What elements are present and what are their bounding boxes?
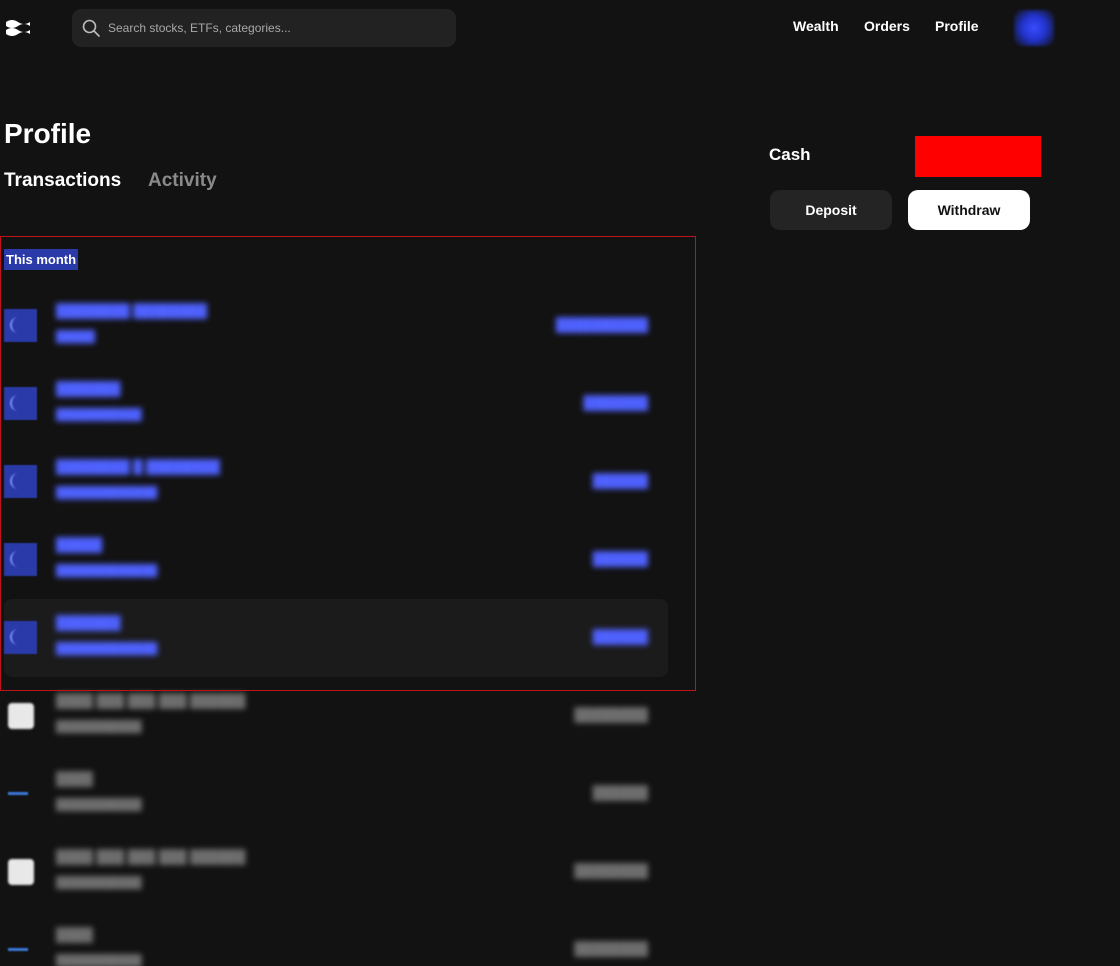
page-title: Profile bbox=[4, 118, 92, 149]
transaction-subtitle: ███████████ bbox=[56, 877, 142, 889]
transaction-amount: ██████ bbox=[592, 785, 648, 800]
blue-square-icon bbox=[4, 543, 37, 576]
transaction-row[interactable]: ███████ ███████████ ███████ bbox=[4, 365, 668, 443]
withdraw-button[interactable]: Withdraw bbox=[908, 190, 1030, 230]
tab-activity[interactable]: Activity bbox=[148, 170, 217, 192]
search-icon bbox=[82, 19, 100, 37]
etf-icon bbox=[8, 703, 34, 729]
transaction-row[interactable]: █████ █████████████ ██████ bbox=[4, 521, 668, 599]
transaction-row[interactable]: ████ ███ ███ ███ ██████ ███████████ ████… bbox=[4, 833, 668, 911]
transaction-title: ████ ███ ███ ███ ██████ bbox=[56, 849, 246, 864]
nav-orders[interactable]: Orders bbox=[864, 18, 910, 34]
transaction-amount: ████████ bbox=[574, 707, 648, 722]
transaction-title: ███████ bbox=[56, 615, 121, 630]
transaction-subtitle: ███████████ bbox=[56, 409, 142, 421]
nav-profile[interactable]: Profile bbox=[935, 18, 979, 34]
cash-label: Cash bbox=[769, 145, 811, 164]
transaction-amount: ██████ bbox=[592, 473, 648, 488]
nav-wealth[interactable]: Wealth bbox=[793, 18, 839, 34]
line-icon bbox=[4, 933, 37, 966]
transaction-amount: ██████ bbox=[592, 629, 648, 644]
transaction-subtitle: ███████████ bbox=[56, 721, 142, 733]
tab-transactions[interactable]: Transactions bbox=[4, 170, 121, 192]
transaction-subtitle: ███████████ bbox=[56, 799, 142, 811]
search-input[interactable] bbox=[108, 21, 456, 35]
transaction-amount: ███████ bbox=[583, 395, 648, 410]
transaction-title: ████████ █ ████████ bbox=[56, 459, 220, 474]
transaction-subtitle: █████████████ bbox=[56, 487, 158, 499]
transaction-amount: ██████ bbox=[592, 551, 648, 566]
transaction-title: ███████ bbox=[56, 381, 121, 396]
transaction-amount: ████████ bbox=[574, 863, 648, 878]
blue-square-icon bbox=[4, 465, 37, 498]
transaction-subtitle: █████████████ bbox=[56, 643, 158, 655]
transaction-row[interactable]: ████ ███ ███ ███ ██████ ███████████ ████… bbox=[4, 677, 668, 755]
transaction-title: █████ bbox=[56, 537, 103, 552]
transaction-row[interactable]: ████ ███████████ ████████ bbox=[4, 911, 668, 966]
transaction-subtitle: █████ bbox=[56, 331, 95, 343]
profile-page: Wealth Orders Profile Profile Transactio… bbox=[0, 0, 1120, 966]
avatar[interactable] bbox=[1014, 10, 1054, 46]
blue-square-icon bbox=[4, 387, 37, 420]
deposit-button[interactable]: Deposit bbox=[770, 190, 892, 230]
search-bar[interactable] bbox=[72, 9, 456, 47]
cash-value-redaction bbox=[915, 136, 1041, 177]
transaction-title: ████ bbox=[56, 927, 93, 942]
transaction-row[interactable]: ████ ███████████ ██████ bbox=[4, 755, 668, 833]
transaction-row[interactable]: ████████ █ ████████ █████████████ ██████ bbox=[4, 443, 668, 521]
logo-icon[interactable] bbox=[4, 16, 32, 40]
etf-icon bbox=[8, 859, 34, 885]
transaction-subtitle: █████████████ bbox=[56, 565, 158, 577]
transaction-subtitle: ███████████ bbox=[56, 955, 142, 966]
section-label-this-month: This month bbox=[4, 249, 79, 270]
transaction-title: ████ bbox=[56, 771, 93, 786]
line-icon bbox=[4, 777, 37, 810]
transaction-row[interactable]: ████████ ████████ █████ ██████████ bbox=[4, 287, 668, 365]
transaction-row[interactable]: ███████ █████████████ ██████ bbox=[4, 599, 668, 677]
blue-square-icon bbox=[4, 309, 37, 342]
transaction-amount: ████████ bbox=[574, 941, 648, 956]
blue-square-icon bbox=[4, 621, 37, 654]
transaction-title: ████ ███ ███ ███ ██████ bbox=[56, 693, 246, 708]
transaction-amount: ██████████ bbox=[555, 317, 648, 332]
transaction-title: ████████ ████████ bbox=[56, 303, 207, 318]
